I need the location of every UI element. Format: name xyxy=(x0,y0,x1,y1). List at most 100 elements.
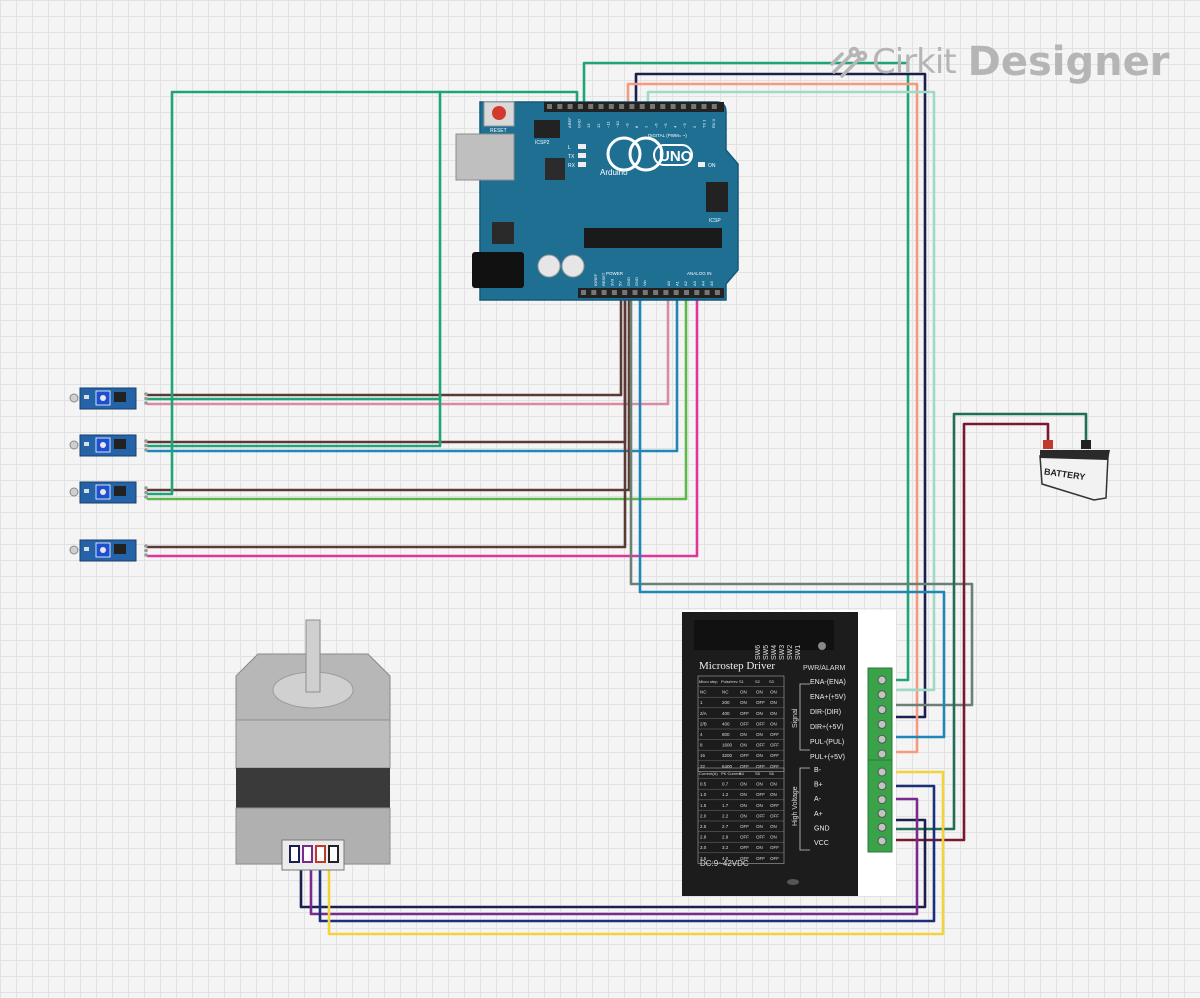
sensor-pin[interactable] xyxy=(144,548,148,553)
digital-pin[interactable] xyxy=(639,104,645,109)
sensor-pin[interactable] xyxy=(144,486,148,490)
digital-pin[interactable] xyxy=(608,104,614,109)
digital-pin[interactable] xyxy=(577,104,583,109)
digital-pin[interactable] xyxy=(588,104,594,109)
mount-hole xyxy=(787,879,799,885)
sensor-pin[interactable] xyxy=(144,495,148,499)
power-pin[interactable] xyxy=(632,290,638,295)
signal-screw-terminal[interactable] xyxy=(877,690,887,700)
table-header-cell: Micro step xyxy=(699,679,718,684)
stepper-motor[interactable] xyxy=(235,619,391,871)
power-pin[interactable] xyxy=(684,290,689,295)
wire-sensor1-signal[interactable] xyxy=(146,295,670,406)
digital-pin[interactable] xyxy=(650,104,655,109)
wire-sensor1-vcc[interactable] xyxy=(146,295,623,397)
wire-sensor2-signal[interactable] xyxy=(146,295,679,453)
motor-connector-pin[interactable] xyxy=(289,845,300,863)
motor-connector-pin[interactable] xyxy=(328,845,339,863)
sensor-pin[interactable] xyxy=(144,396,148,401)
battery-negative-terminal[interactable] xyxy=(1081,440,1091,449)
potentiometer-knob-icon xyxy=(100,489,106,495)
power-screw-terminal[interactable] xyxy=(877,795,887,805)
power-pin[interactable] xyxy=(622,290,628,295)
motor-shaft[interactable] xyxy=(305,619,321,693)
signal-screw-terminal[interactable] xyxy=(877,705,887,715)
digital-pin[interactable] xyxy=(701,104,707,109)
digital-pin[interactable] xyxy=(660,104,666,109)
power-pin[interactable] xyxy=(642,290,648,295)
table-header-cell: S3 xyxy=(769,679,775,684)
table-header-cell: S6 xyxy=(769,771,775,776)
signal-screw-terminal[interactable] xyxy=(877,719,887,729)
power-pin[interactable] xyxy=(663,290,669,295)
digital-pin[interactable] xyxy=(691,104,697,109)
sensor-pin[interactable] xyxy=(144,490,148,495)
sensor-pin[interactable] xyxy=(144,443,148,448)
signal-screw-terminal[interactable] xyxy=(877,734,887,744)
sensor-module-2[interactable] xyxy=(69,434,148,457)
wire-sensor2-gnd[interactable] xyxy=(146,393,442,448)
sensor-module-1[interactable] xyxy=(69,387,148,410)
power-terminal-label: A+ xyxy=(814,811,823,818)
table-cell: ON xyxy=(756,753,763,758)
power-screw-terminal[interactable] xyxy=(877,781,887,791)
sensor-module-3[interactable] xyxy=(69,481,148,504)
sensor-pin[interactable] xyxy=(144,544,148,548)
battery[interactable]: BATTERY xyxy=(1039,440,1110,501)
reset-button-cap[interactable] xyxy=(492,106,506,120)
digital-label: DIGITAL (PWM= ~) xyxy=(648,133,687,138)
sensor-pin[interactable] xyxy=(144,448,148,452)
digital-pin-label: GND xyxy=(577,119,582,128)
power-screw-terminal[interactable] xyxy=(877,808,887,818)
power-pin[interactable] xyxy=(714,290,720,295)
power-pin[interactable] xyxy=(694,290,700,295)
sensor-pin[interactable] xyxy=(144,401,148,405)
wire-sensor4-vcc[interactable] xyxy=(146,295,627,549)
digital-pin-label: ~3 xyxy=(682,123,687,128)
sensor-pin[interactable] xyxy=(144,553,148,557)
signal-screw-terminal[interactable] xyxy=(877,675,887,685)
power-pin[interactable] xyxy=(673,290,679,295)
power-pin[interactable] xyxy=(653,290,659,295)
power-screw-terminal[interactable] xyxy=(877,822,887,832)
table-cell: OFF xyxy=(770,856,779,861)
led-rx-label: RX xyxy=(568,163,576,169)
analog-pin-label: A3 xyxy=(692,280,697,286)
power-screw-terminal[interactable] xyxy=(877,836,887,846)
sensor-pin[interactable] xyxy=(144,439,148,443)
digital-pin[interactable] xyxy=(711,104,717,109)
led-indicator xyxy=(84,489,89,493)
digital-pin[interactable] xyxy=(557,104,563,109)
wire-sensor3-vcc[interactable] xyxy=(146,295,631,492)
digital-pin[interactable] xyxy=(619,104,625,109)
power-jack xyxy=(472,252,524,288)
motor-connector-pin[interactable] xyxy=(302,845,313,863)
digital-pin[interactable] xyxy=(598,104,604,109)
power-pin[interactable] xyxy=(601,290,607,295)
signal-screw-terminal[interactable] xyxy=(877,749,887,759)
wire-sensor4-signal[interactable] xyxy=(146,295,699,558)
digital-pin[interactable] xyxy=(547,104,552,109)
battery-positive-terminal[interactable] xyxy=(1043,440,1053,449)
power-pin[interactable] xyxy=(704,290,710,295)
sensor-module-4[interactable] xyxy=(69,539,148,562)
digital-pin[interactable] xyxy=(670,104,676,109)
sensor-pin[interactable] xyxy=(144,392,148,396)
table-cell: OFF xyxy=(756,835,765,840)
power-analog-header xyxy=(578,288,724,298)
wire-sensor3-gnd[interactable] xyxy=(146,90,442,496)
led-tx-label: TX xyxy=(568,154,575,160)
digital-pin[interactable] xyxy=(680,104,686,109)
power-pin[interactable] xyxy=(581,290,586,295)
power-pin[interactable] xyxy=(591,290,597,295)
digital-pin[interactable] xyxy=(629,104,635,109)
signal-terminal-label: ENA-(ENA) xyxy=(810,679,846,686)
wire-sensor2-vcc[interactable] xyxy=(146,295,627,444)
digital-pin[interactable] xyxy=(567,104,573,109)
power-pin[interactable] xyxy=(611,290,617,295)
signal-group-label: Signal xyxy=(792,708,799,728)
signal-terminal-label: DIR-(DIR) xyxy=(810,709,841,716)
power-screw-terminal[interactable] xyxy=(877,767,887,777)
digital-pin-label: ~5 xyxy=(663,123,668,128)
motor-connector-pin[interactable] xyxy=(315,845,326,863)
